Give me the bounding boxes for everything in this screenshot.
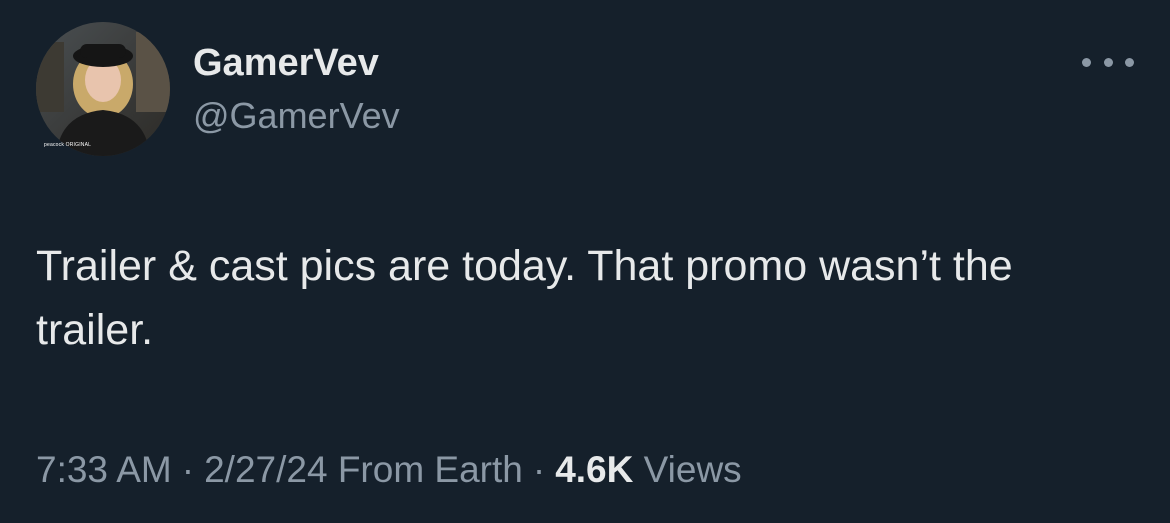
meta-separator: · [532, 449, 546, 490]
meta-separator: · [181, 449, 195, 490]
more-options-icon-dot [1125, 57, 1134, 67]
author-handle[interactable]: @GamerVev [193, 94, 400, 138]
tweet-date[interactable]: 2/27/24 [204, 449, 327, 490]
views-label: Views [643, 449, 742, 490]
tweet-time[interactable]: 7:33 AM [36, 449, 172, 490]
more-options-icon [1082, 57, 1091, 67]
more-options-button[interactable] [1082, 48, 1134, 76]
tweet-meta: 7:33 AM · 2/27/24 From Earth · 4.6K Views [36, 448, 742, 492]
avatar-badge-text: peacock ORIGINAL [44, 142, 92, 148]
avatar[interactable] [36, 22, 170, 156]
more-options-icon-dot [1103, 57, 1113, 67]
tweet-location: From Earth [337, 449, 523, 490]
author-display-name[interactable]: GamerVev [193, 40, 379, 86]
tweet-card: peacock ORIGINAL GamerVev @GamerVev Trai… [0, 0, 1170, 523]
avatar-image [36, 22, 170, 156]
tweet-text: Trailer & cast pics are today. That prom… [36, 242, 1013, 354]
views-count[interactable]: 4.6K [555, 449, 633, 490]
